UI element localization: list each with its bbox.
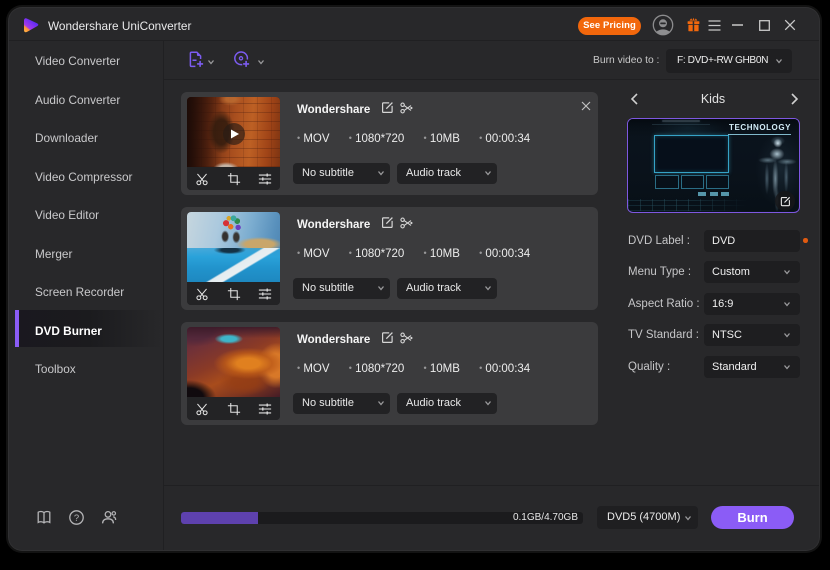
svg-text:?: ? bbox=[74, 513, 79, 524]
